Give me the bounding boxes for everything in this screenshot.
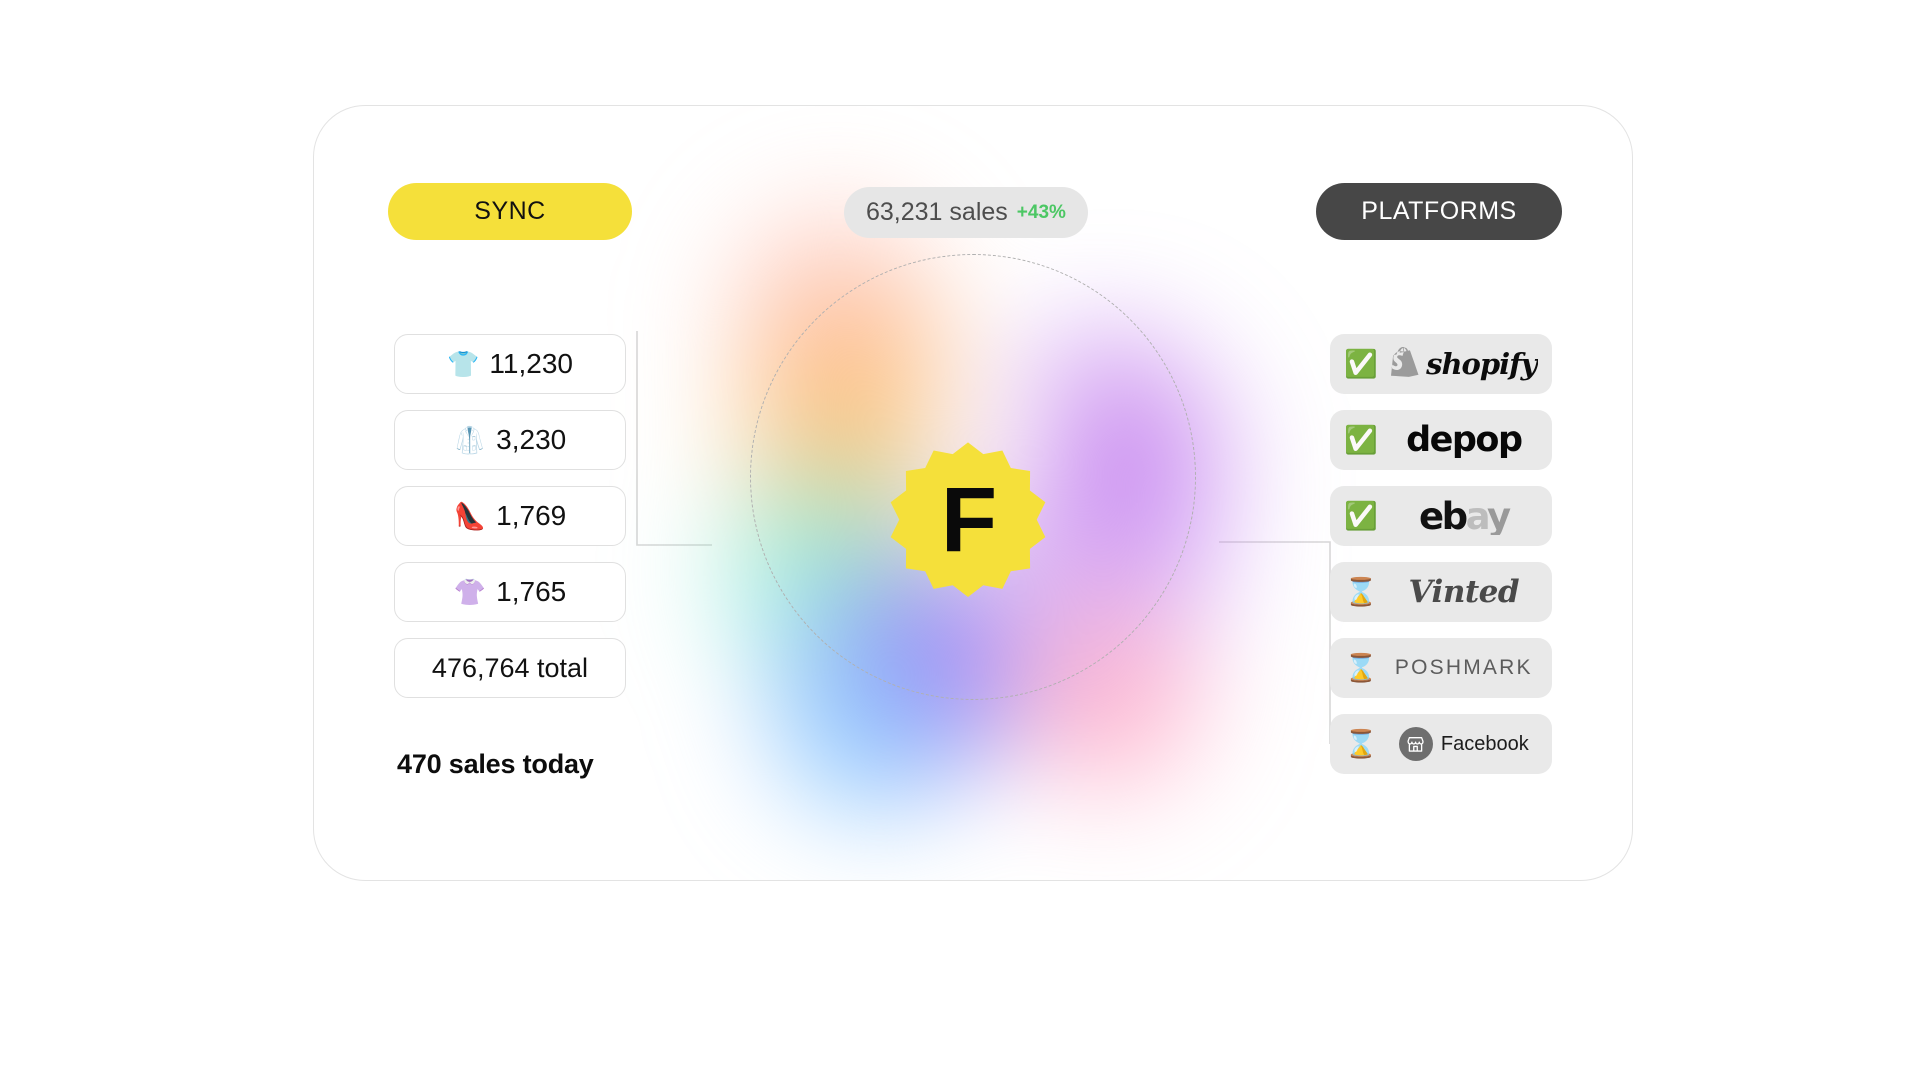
dashboard-card: SYNC 63,231 sales +43% PLATFORMS F 👕 11,… (313, 105, 1633, 881)
shopify-wordmark: shopify (1426, 347, 1537, 381)
poshmark-logo: POSHMARK (1390, 656, 1538, 680)
screen-root: SYNC 63,231 sales +43% PLATFORMS F 👕 11,… (0, 0, 1920, 1080)
stat-value: 1,769 (496, 500, 567, 531)
coat-icon: 🥼 (453, 425, 487, 455)
ebay-letter-y: y (1486, 497, 1511, 535)
depop-wordmark: depop (1406, 420, 1523, 460)
sales-today-label: 470 sales today (397, 749, 594, 779)
platform-item-poshmark[interactable]: ⌛ POSHMARK (1330, 638, 1552, 698)
platform-item-ebay[interactable]: ✅ ebay (1330, 486, 1552, 546)
poshmark-wordmark: POSHMARK (1394, 656, 1533, 679)
stat-item-total[interactable]: 476,764 total (394, 638, 626, 698)
shopify-logo: shopify (1390, 347, 1538, 381)
facebook-wordmark: Facebook (1440, 732, 1529, 755)
platform-list: ✅ shopify ✅ depop ✅ ebay ⌛ Vinted ⌛ POSH… (1330, 334, 1552, 774)
platform-item-shopify[interactable]: ✅ shopify (1330, 334, 1552, 394)
hourglass-icon: ⌛ (1344, 576, 1378, 607)
hourglass-icon: ⌛ (1344, 652, 1378, 683)
ebay-letter-e: e (1419, 497, 1444, 535)
ebay-letter-a: a (1465, 497, 1490, 535)
platforms-button[interactable]: PLATFORMS (1316, 183, 1562, 240)
stat-total-value: 476,764 total (431, 652, 589, 683)
brand-badge-letter: F (940, 469, 997, 571)
platform-item-facebook[interactable]: ⌛ Facebook (1330, 714, 1552, 774)
sync-button[interactable]: SYNC (388, 183, 632, 240)
connector-line-right (1219, 541, 1331, 744)
check-mark-icon: ✅ (1344, 500, 1378, 531)
stat-value: 1,765 (496, 576, 567, 607)
check-mark-icon: ✅ (1344, 424, 1378, 455)
ebay-logo: ebay (1390, 498, 1538, 535)
ebay-letter-b: b (1441, 497, 1469, 535)
item-stats-list: 👕 11,230 🥼 3,230 👠 1,769 👚 1,765 476,764… (394, 334, 626, 698)
high-heel-icon: 👠 (453, 501, 487, 531)
stat-value: 3,230 (496, 424, 567, 455)
platform-item-depop[interactable]: ✅ depop (1330, 410, 1552, 470)
storefront-icon (1398, 727, 1433, 761)
vinted-logo: Vinted (1390, 574, 1538, 610)
brand-badge: F (885, 439, 1051, 605)
facebook-marketplace-logo: Facebook (1390, 727, 1538, 761)
stat-item-high-heel[interactable]: 👠 1,769 (394, 486, 626, 546)
platform-item-vinted[interactable]: ⌛ Vinted (1330, 562, 1552, 622)
connector-line-left (636, 331, 712, 546)
stat-item-coat[interactable]: 🥼 3,230 (394, 410, 626, 470)
blouse-icon: 👚 (453, 577, 487, 607)
depop-logo: depop (1390, 420, 1538, 460)
sales-count: 63,231 sales (866, 198, 1008, 226)
sales-badge: 63,231 sales +43% (844, 187, 1088, 238)
hourglass-icon: ⌛ (1344, 728, 1378, 759)
vinted-wordmark: Vinted (1408, 574, 1520, 610)
sales-delta: +43% (1016, 201, 1066, 223)
check-mark-icon: ✅ (1344, 348, 1378, 379)
stat-value: 11,230 (489, 348, 573, 379)
tshirt-icon: 👕 (447, 349, 480, 379)
stat-item-tshirt[interactable]: 👕 11,230 (394, 334, 626, 394)
stat-item-blouse[interactable]: 👚 1,765 (394, 562, 626, 622)
